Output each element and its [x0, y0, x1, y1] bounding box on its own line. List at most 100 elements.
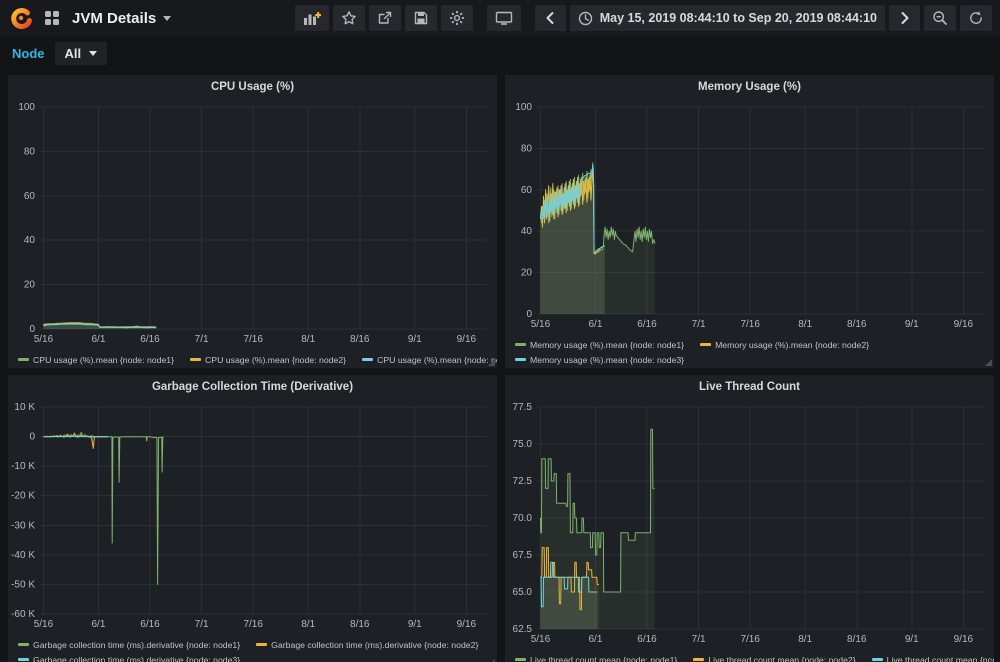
- x-axis-tick-label: 7/16: [740, 319, 760, 330]
- legend-item[interactable]: CPU usage (%).mean {node: node2}: [190, 355, 346, 365]
- panel-resize-handle[interactable]: [488, 359, 495, 366]
- x-axis-tick-label: 6/1: [92, 619, 106, 630]
- legend-item[interactable]: Garbage collection time (ms).derivative …: [256, 640, 478, 650]
- time-forward-button[interactable]: [889, 5, 920, 31]
- panel-title[interactable]: CPU Usage (%): [8, 75, 497, 99]
- y-axis-tick-label: -60 K: [11, 609, 35, 620]
- x-axis-tick-label: 8/16: [847, 319, 867, 330]
- x-axis-tick-label: 6/16: [637, 634, 657, 645]
- legend-item[interactable]: CPU usage (%).mean {node: node1}: [18, 355, 174, 365]
- panel-title[interactable]: Garbage Collection Time (Derivative): [8, 375, 497, 399]
- time-range-picker[interactable]: May 15, 2019 08:44:10 to Sep 20, 2019 08…: [570, 5, 885, 31]
- caret-down-icon: [163, 16, 171, 21]
- legend-label: Memory usage (%).mean {node: node3}: [530, 355, 684, 365]
- dashboard-title: JVM Details: [72, 10, 156, 27]
- y-axis-tick-label: 40: [24, 235, 36, 246]
- x-axis-tick-label: 7/1: [195, 619, 209, 630]
- chart-canvas: 77.575.072.570.067.565.062.55/166/16/167…: [505, 399, 994, 647]
- legend-row: CPU usage (%).mean {node: node1} CPU usag…: [18, 352, 487, 367]
- y-axis-tick-label: 80: [24, 146, 36, 157]
- x-axis-tick-label: 9/1: [408, 334, 422, 345]
- legend-item[interactable]: Live thread count.mean {node: node1}: [515, 655, 677, 662]
- tv-icon: [495, 10, 513, 26]
- y-axis-tick-label: 80: [521, 143, 533, 154]
- chevron-right-icon: [900, 11, 910, 25]
- submenu: Node All: [0, 36, 1000, 70]
- variable-value-dropdown[interactable]: All: [55, 42, 108, 65]
- zoom-out-button[interactable]: [924, 5, 956, 31]
- settings-button[interactable]: [441, 5, 473, 31]
- series-fill: [43, 432, 163, 584]
- legend-item[interactable]: Memory usage (%).mean {node: node1}: [515, 340, 684, 350]
- legend-row: Live thread count.mean {node: node1} Live…: [515, 652, 984, 662]
- legend-swatch: [256, 643, 267, 646]
- y-axis-tick-label: -20 K: [11, 491, 35, 502]
- legend-swatch: [18, 643, 29, 646]
- panel-title[interactable]: Live Thread Count: [505, 375, 994, 399]
- legend-item[interactable]: Live thread count.mean {node: node3}: [872, 655, 994, 662]
- chart-memory-usage: 0204060801005/166/16/167/17/168/18/169/1…: [505, 99, 994, 337]
- x-axis-tick-label: 9/1: [905, 634, 919, 645]
- refresh-button[interactable]: [960, 5, 992, 31]
- grafana-logo-icon[interactable]: [8, 5, 34, 31]
- x-axis-tick-label: 9/16: [954, 634, 974, 645]
- y-axis-tick-label: 67.5: [513, 550, 533, 561]
- legend-item[interactable]: Garbage collection time (ms).derivative …: [18, 655, 240, 662]
- legend-label: Live thread count.mean {node: node2}: [708, 655, 855, 662]
- legend-label: CPU usage (%).mean {node: node3}: [377, 355, 497, 365]
- x-axis-tick-label: 9/1: [905, 319, 919, 330]
- legend: Memory usage (%).mean {node: node1} Memor…: [505, 337, 994, 367]
- chart-gc-time: 10 K0-10 K-20 K-30 K-40 K-50 K-60 K5/166…: [8, 399, 497, 637]
- y-axis-tick-label: 72.5: [513, 476, 533, 487]
- legend-swatch: [190, 358, 201, 361]
- legend-row: Memory usage (%).mean {node: node3}: [515, 352, 984, 367]
- variable-label: Node: [12, 46, 45, 61]
- legend-item[interactable]: Memory usage (%).mean {node: node3}: [515, 355, 684, 365]
- caret-down-icon: [89, 51, 97, 56]
- y-axis-tick-label: -40 K: [11, 550, 35, 561]
- x-axis-tick-label: 8/1: [798, 634, 812, 645]
- y-axis-tick-label: 10 K: [14, 402, 35, 413]
- star-button[interactable]: [333, 5, 365, 31]
- x-axis-tick-label: 8/16: [847, 634, 867, 645]
- panel-cpu-usage: CPU Usage (%) 0204060801005/166/16/167/1…: [8, 75, 497, 368]
- dashboard-title-dropdown[interactable]: JVM Details: [72, 10, 171, 27]
- panel-gc-time: Garbage Collection Time (Derivative) 10 …: [8, 375, 497, 662]
- legend-item[interactable]: CPU usage (%).mean {node: node3}: [362, 355, 497, 365]
- time-back-button[interactable]: [535, 5, 566, 31]
- add-panel-button[interactable]: [295, 5, 329, 31]
- chevron-left-icon: [545, 11, 555, 25]
- legend-swatch: [515, 658, 526, 661]
- x-axis-tick-label: 8/1: [301, 619, 315, 630]
- legend-label: Memory usage (%).mean {node: node1}: [530, 340, 684, 350]
- x-axis-tick-label: 8/16: [350, 619, 370, 630]
- y-axis-tick-label: -30 K: [11, 520, 35, 531]
- x-axis-tick-label: 7/16: [243, 334, 263, 345]
- x-axis-tick-label: 9/1: [408, 619, 422, 630]
- legend-item[interactable]: Live thread count.mean {node: node2}: [693, 655, 855, 662]
- chart-cpu-usage: 0204060801005/166/16/167/17/168/18/169/1…: [8, 99, 497, 352]
- x-axis-tick-label: 5/16: [34, 334, 54, 345]
- legend: CPU usage (%).mean {node: node1} CPU usag…: [8, 352, 497, 367]
- dashboard-picker-grid-icon[interactable]: [44, 10, 60, 26]
- panel-title[interactable]: Memory Usage (%): [505, 75, 994, 99]
- legend-item[interactable]: Memory usage (%).mean {node: node2}: [700, 340, 869, 350]
- y-axis-tick-label: 100: [515, 102, 532, 113]
- legend-swatch: [872, 658, 883, 661]
- x-axis-tick-label: 9/16: [457, 334, 477, 345]
- x-axis-tick-label: 8/1: [301, 334, 315, 345]
- chart-canvas: 10 K0-10 K-20 K-30 K-40 K-50 K-60 K5/166…: [8, 399, 497, 632]
- save-button[interactable]: [405, 5, 437, 31]
- cycle-view-button[interactable]: [487, 5, 521, 31]
- x-axis-tick-label: 5/16: [34, 619, 54, 630]
- x-axis-tick-label: 7/16: [740, 634, 760, 645]
- share-button[interactable]: [369, 5, 401, 31]
- chart-canvas: 0204060801005/166/16/167/17/168/18/169/1…: [8, 99, 497, 347]
- legend-swatch: [515, 343, 526, 346]
- x-axis-tick-label: 9/16: [457, 619, 477, 630]
- chart-canvas: 0204060801005/166/16/167/17/168/18/169/1…: [505, 99, 994, 332]
- legend-label: Garbage collection time (ms).derivative …: [33, 640, 240, 650]
- panel-resize-handle[interactable]: [985, 359, 992, 366]
- legend-label: Garbage collection time (ms).derivative …: [271, 640, 478, 650]
- legend-item[interactable]: Garbage collection time (ms).derivative …: [18, 640, 240, 650]
